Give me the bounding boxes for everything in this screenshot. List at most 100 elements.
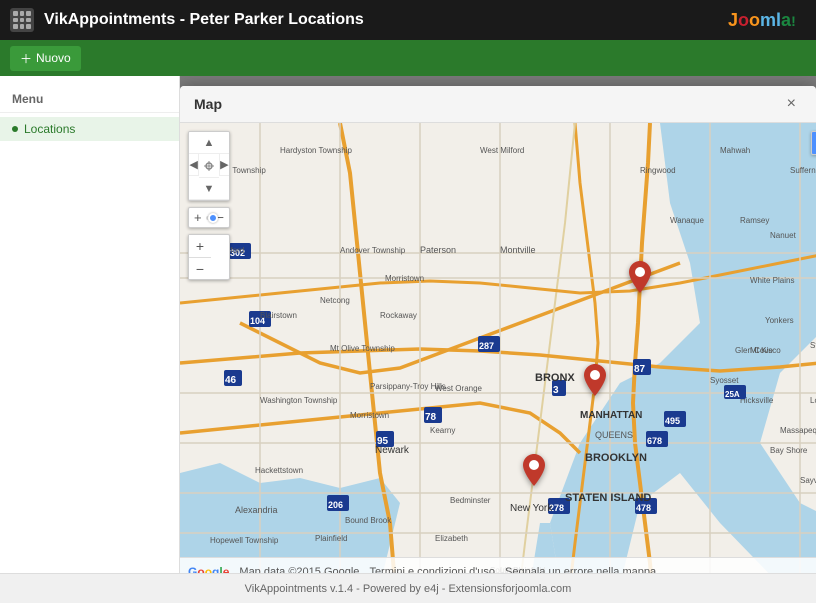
zoom-slider-thumb[interactable]	[208, 213, 218, 223]
svg-text:Bay Shore: Bay Shore	[770, 446, 808, 455]
svg-text:78: 78	[425, 412, 437, 423]
sidebar-item-locations[interactable]: Locations	[0, 117, 179, 141]
svg-text:New York: New York	[510, 503, 553, 514]
svg-text:Wanaque: Wanaque	[670, 216, 705, 225]
pan-center-button[interactable]	[199, 154, 218, 178]
svg-text:Bound Brook: Bound Brook	[345, 516, 392, 525]
svg-text:206: 206	[328, 500, 343, 510]
svg-text:West Milford: West Milford	[480, 146, 524, 155]
app-title: VikAppointments - Peter Parker Locations	[44, 11, 716, 29]
svg-text:Paterson: Paterson	[420, 245, 456, 255]
svg-text:Rockaway: Rockaway	[380, 311, 417, 320]
svg-text:Newark: Newark	[375, 445, 410, 456]
crosshair-icon	[204, 161, 214, 171]
svg-text:Hopewell Township: Hopewell Township	[210, 536, 279, 545]
map-svg: 95 287 78 46 87	[180, 123, 816, 573]
svg-text:STATEN ISLAND: STATEN ISLAND	[565, 492, 651, 504]
svg-text:Syosset: Syosset	[710, 376, 739, 385]
map-pin-1	[629, 261, 651, 298]
modal-close-button[interactable]: ×	[781, 94, 802, 114]
svg-text:Hackettstown: Hackettstown	[255, 466, 303, 475]
main-content: 📍 Locations # Location Address City Stat…	[180, 76, 816, 573]
svg-text:287: 287	[479, 341, 494, 351]
svg-text:478: 478	[636, 503, 651, 513]
new-button[interactable]: ＋ Nuovo	[10, 46, 81, 71]
map-container: 95 287 78 46 87	[180, 123, 816, 573]
zoom-level-bar: + −	[188, 207, 230, 228]
svg-text:Morristown: Morristown	[350, 411, 389, 420]
svg-text:678: 678	[647, 436, 662, 446]
svg-text:3: 3	[553, 385, 559, 396]
svg-text:Sayville: Sayville	[800, 476, 816, 485]
svg-text:Mt Olive Township: Mt Olive Township	[330, 344, 395, 353]
content-area: Menu Locations 📍 Locations # Location	[0, 76, 816, 573]
svg-text:Mahwah: Mahwah	[720, 146, 750, 155]
zoom-out-button[interactable]: −	[189, 257, 211, 279]
plus-icon: ＋	[20, 50, 32, 67]
svg-text:Blairstown: Blairstown	[260, 311, 297, 320]
location-pin-icon	[584, 364, 606, 396]
plus-small-icon: +	[194, 210, 202, 225]
svg-text:Yonkers: Yonkers	[765, 316, 794, 325]
svg-text:QUEENS: QUEENS	[595, 430, 633, 440]
svg-text:Joomla!: Joomla!	[728, 10, 796, 30]
svg-text:Ringwood: Ringwood	[640, 166, 676, 175]
map-terms-link[interactable]: Termini e condizioni d'uso	[369, 566, 495, 574]
svg-text:Long Island: Long Island	[810, 396, 816, 405]
svg-text:White Plains: White Plains	[750, 276, 794, 285]
svg-text:Nanuet: Nanuet	[770, 231, 797, 240]
pan-left-button[interactable]: ◀	[189, 154, 199, 176]
sidebar-section-menu: Menu	[0, 86, 179, 113]
svg-text:87: 87	[634, 364, 646, 375]
joomla-logo: Joomla!	[726, 6, 806, 34]
map-pin-3	[523, 454, 545, 491]
svg-text:BRONX: BRONX	[535, 372, 575, 384]
modal-header: Map ×	[180, 86, 816, 123]
svg-text:Alexandria: Alexandria	[235, 505, 278, 515]
map-error-link[interactable]: Segnala un errore nella mappa	[505, 566, 656, 574]
pan-right-button[interactable]: ▶	[219, 154, 229, 176]
modal-backdrop: Map ×	[180, 76, 816, 573]
sidebar: Menu Locations	[0, 76, 180, 573]
footer-text: VikAppointments v.1.4 - Powered by e4j -…	[245, 583, 572, 595]
pan-down-button[interactable]: ▼	[189, 178, 229, 200]
map-pin-2	[584, 364, 606, 401]
joomla-logo-icon: Joomla!	[726, 6, 806, 34]
svg-text:Plainfield: Plainfield	[315, 534, 347, 543]
svg-text:Hardyston Township: Hardyston Township	[280, 146, 352, 155]
svg-text:Washington Township: Washington Township	[260, 396, 338, 405]
svg-text:MANHATTAN: MANHATTAN	[580, 410, 642, 421]
location-pin-icon	[523, 454, 545, 486]
map-type-mappa-button[interactable]: Mappa	[812, 132, 816, 154]
location-pin-icon	[629, 261, 651, 293]
svg-text:25A: 25A	[725, 390, 740, 399]
svg-text:Suffern: Suffern	[790, 166, 816, 175]
sidebar-dot-icon	[12, 126, 18, 132]
map-controls: ▲ ◀	[188, 131, 230, 280]
map-modal: Map ×	[180, 86, 816, 573]
toolbar: ＋ Nuovo	[0, 40, 816, 76]
svg-text:495: 495	[665, 416, 680, 426]
zoom-in-button[interactable]: +	[189, 235, 211, 257]
svg-text:BROOKLYN: BROOKLYN	[585, 452, 647, 464]
svg-text:West Orange: West Orange	[435, 384, 483, 393]
svg-text:Morristown: Morristown	[385, 274, 424, 283]
top-bar: VikAppointments - Peter Parker Locations…	[0, 0, 816, 40]
svg-text:Massapequa: Massapequa	[780, 426, 816, 435]
svg-text:Bedminster: Bedminster	[450, 496, 491, 505]
pan-up-button[interactable]: ▲	[189, 132, 229, 154]
map-background: 95 287 78 46 87	[180, 123, 816, 573]
map-type-selector: Mappa Satellite	[811, 131, 816, 155]
svg-text:Andover Township: Andover Township	[340, 246, 406, 255]
svg-text:Elizabeth: Elizabeth	[435, 534, 468, 543]
google-logo: Google	[188, 565, 229, 574]
svg-text:Ramsey: Ramsey	[740, 216, 769, 225]
svg-text:46: 46	[225, 375, 237, 386]
map-attribution-bar: Google Map data ©2015 Google Termini e c…	[180, 557, 816, 573]
svg-text:Kearny: Kearny	[430, 426, 455, 435]
app-icon	[10, 8, 34, 32]
svg-text:Netcong: Netcong	[320, 296, 350, 305]
zoom-control: + −	[188, 234, 230, 280]
map-attribution-text: Map data ©2015 Google	[239, 566, 359, 574]
modal-title: Map	[194, 96, 222, 112]
